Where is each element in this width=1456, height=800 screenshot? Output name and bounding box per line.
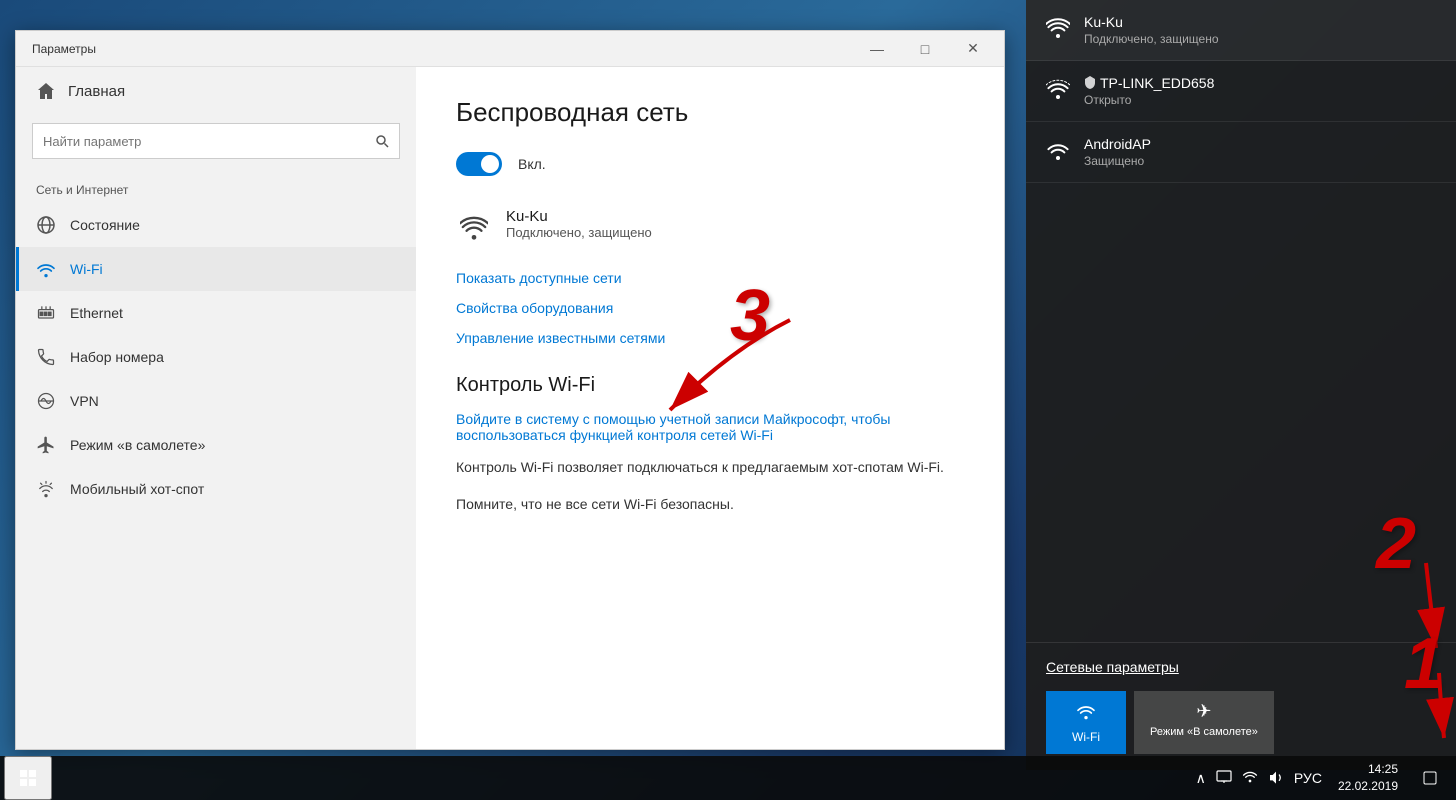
airplane-icon: [36, 435, 56, 455]
globe-icon: [36, 215, 56, 235]
annotation-1: 1: [1404, 628, 1444, 700]
window-body: Главная Сеть и Интернет: [16, 67, 1004, 749]
network-name: Ku-Ku: [506, 208, 652, 225]
panel-network-status-androidap: Защищено: [1084, 154, 1151, 168]
quick-actions: Wi-Fi ✈ Режим «В самолете»: [1046, 691, 1436, 754]
description-1: Контроль Wi-Fi позволяет подключаться к …: [456, 457, 964, 478]
systray-hardware-icon[interactable]: [1214, 768, 1234, 789]
panel-network-status-tp-link: Открыто: [1084, 93, 1214, 107]
start-button[interactable]: [4, 756, 52, 800]
show-networks-link[interactable]: Показать доступные сети: [456, 270, 964, 286]
panel-network-ku-ku[interactable]: Ku-Ku Подключено, защищено: [1026, 0, 1456, 61]
airplane-quick-action[interactable]: ✈ Режим «В самолете»: [1134, 691, 1274, 754]
title-bar-controls: — □ ✕: [854, 34, 996, 64]
maximize-button[interactable]: □: [902, 34, 948, 64]
systray: ∧: [1194, 768, 1324, 789]
panel-network-status-ku-ku: Подключено, защищено: [1084, 32, 1219, 46]
hotspot-icon: [36, 479, 56, 499]
wifi-icon: [36, 259, 56, 279]
home-icon: [36, 81, 56, 101]
wifi-quick-label: Wi-Fi: [1072, 730, 1100, 744]
page-title: Беспроводная сеть: [456, 97, 964, 128]
wifi-quick-icon: [1076, 701, 1096, 726]
sidebar-item-ethernet[interactable]: Ethernet: [16, 291, 416, 335]
notification-button[interactable]: [1412, 756, 1448, 800]
panel-network-info-tp-link: TP-LINK_EDD658 Открыто: [1084, 75, 1214, 107]
panel-network-name-ku-ku: Ku-Ku: [1084, 14, 1219, 30]
systray-lang[interactable]: РУС: [1292, 768, 1324, 788]
ethernet-icon: [36, 303, 56, 323]
desktop: Параметры — □ ✕ Главная: [0, 0, 1456, 800]
search-input[interactable]: [32, 123, 400, 159]
airplane-quick-icon: ✈: [1196, 701, 1211, 722]
sidebar-item-label-ethernet: Ethernet: [70, 305, 123, 321]
network-settings-link[interactable]: Сетевые параметры: [1046, 659, 1436, 675]
toggle-label: Вкл.: [518, 156, 546, 172]
taskbar-right: ∧: [1194, 756, 1456, 800]
sidebar-item-vpn[interactable]: VPN: [16, 379, 416, 423]
network-info: Ku-Ku Подключено, защищено: [506, 208, 652, 240]
sidebar-item-label-wifi: Wi-Fi: [70, 261, 103, 277]
sidebar-item-label-vpn: VPN: [70, 393, 99, 409]
airplane-quick-label: Режим «В самолете»: [1150, 726, 1258, 738]
connected-network: Ku-Ku Подключено, защищено: [456, 204, 964, 250]
wifi-toggle[interactable]: [456, 152, 502, 176]
description-2: Помните, что не все сети Wi-Fi безопасны…: [456, 494, 964, 515]
sidebar-item-label-status: Состояние: [70, 217, 140, 233]
taskbar-left: [0, 756, 52, 800]
title-bar: Параметры — □ ✕: [16, 31, 1004, 67]
settings-window: Параметры — □ ✕ Главная: [15, 30, 1005, 750]
sidebar-item-wifi[interactable]: Wi-Fi: [16, 247, 416, 291]
sidebar-home[interactable]: Главная: [16, 67, 416, 115]
panel-network-name-androidap: AndroidAP: [1084, 136, 1151, 152]
panel-bottom: Сетевые параметры Wi-Fi ✈ Режим «В самол…: [1026, 642, 1456, 770]
wifi-quick-action[interactable]: Wi-Fi: [1046, 691, 1126, 754]
sidebar-item-label-airplane: Режим «в самолете»: [70, 437, 205, 453]
phone-icon: [36, 347, 56, 367]
window-title: Параметры: [32, 42, 96, 56]
sidebar-item-label-hotspot: Мобильный хот-спот: [70, 481, 204, 497]
network-status: Подключено, защищено: [506, 225, 652, 240]
clock-time: 14:25: [1368, 761, 1398, 778]
systray-wifi-icon[interactable]: [1240, 768, 1260, 789]
clock-date: 22.02.2019: [1338, 778, 1398, 795]
sidebar-item-hotspot[interactable]: Мобильный хот-спот: [16, 467, 416, 511]
sidebar-home-label: Главная: [68, 83, 125, 100]
wifi-toggle-row: Вкл.: [456, 152, 964, 176]
search-button[interactable]: [364, 123, 400, 159]
panel-wifi-icon-ku-ku: [1046, 16, 1070, 40]
taskbar: ∧: [0, 756, 1456, 800]
annotation-3: 3: [730, 280, 770, 352]
panel-network-info-ku-ku: Ku-Ku Подключено, защищено: [1084, 14, 1219, 46]
sidebar-item-status[interactable]: Состояние: [16, 203, 416, 247]
systray-chevron[interactable]: ∧: [1194, 768, 1208, 789]
sidebar-item-label-dialup: Набор номера: [70, 349, 164, 365]
close-button[interactable]: ✕: [950, 34, 996, 64]
section-label: Сеть и Интернет: [16, 175, 416, 203]
panel-network-androidap[interactable]: AndroidAP Защищено: [1026, 122, 1456, 183]
panel-wifi-icon-tp-link: [1046, 77, 1070, 101]
search-box: [32, 123, 400, 159]
panel-network-name-tp-link: TP-LINK_EDD658: [1100, 75, 1214, 91]
panel-network-tp-link[interactable]: TP-LINK_EDD658 Открыто: [1026, 61, 1456, 122]
panel-wifi-icon-androidap: [1046, 138, 1070, 162]
sidebar: Главная Сеть и Интернет: [16, 67, 416, 749]
vpn-icon: [36, 391, 56, 411]
minimize-button[interactable]: —: [854, 34, 900, 64]
taskbar-clock[interactable]: 14:25 22.02.2019: [1332, 761, 1404, 795]
sidebar-item-airplane[interactable]: Режим «в самолете»: [16, 423, 416, 467]
connected-wifi-icon: [456, 210, 492, 246]
panel-network-info-androidap: AndroidAP Защищено: [1084, 136, 1151, 168]
sidebar-item-dialup[interactable]: Набор номера: [16, 335, 416, 379]
annotation-2: 2: [1376, 508, 1416, 580]
systray-volume-icon[interactable]: [1266, 768, 1286, 789]
